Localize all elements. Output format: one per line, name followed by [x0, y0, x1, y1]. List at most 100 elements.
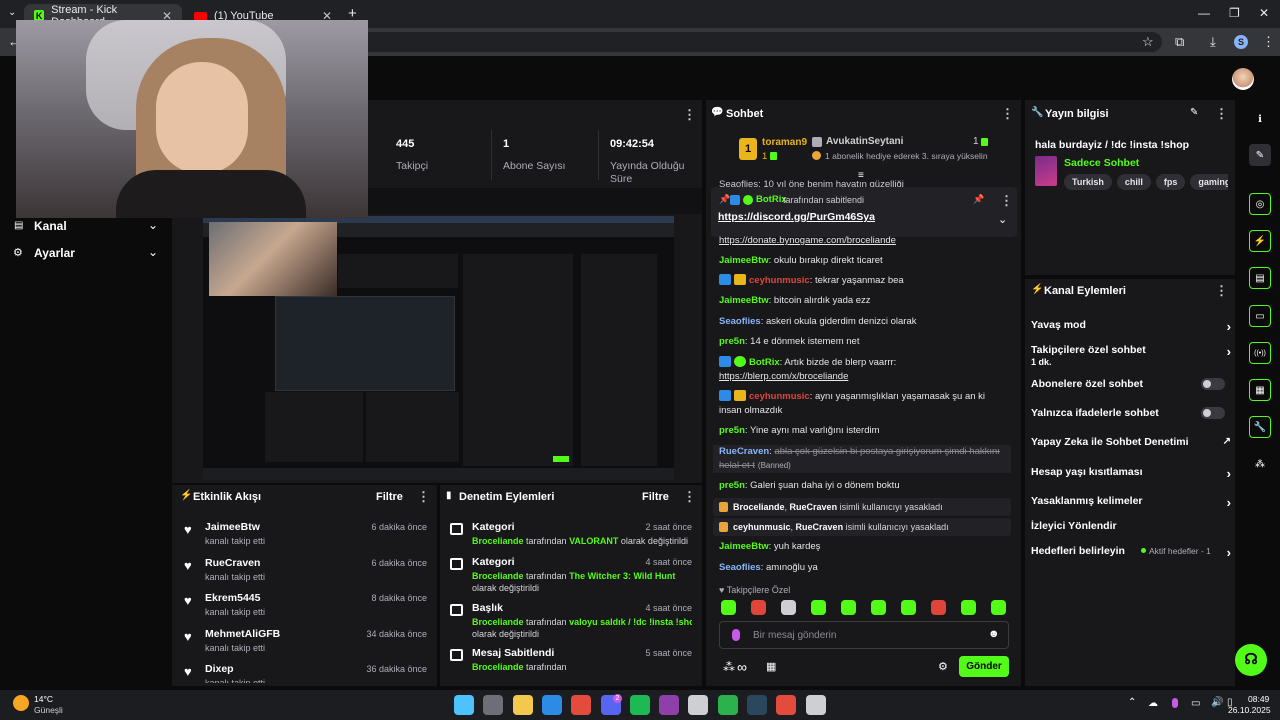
tray-chevron-icon[interactable]: ⌃	[1128, 697, 1136, 708]
emoji-icon[interactable]: ☻	[988, 628, 1000, 640]
chat-message[interactable]: Seaoflies: askeri okula giderdim denizci…	[719, 315, 1009, 329]
chat-message[interactable]: JaimeeBtw: okulu bırakıp direkt ticaret	[719, 254, 1009, 268]
top-gifter-1[interactable]: 1 toraman9 1	[739, 135, 809, 167]
chat-username[interactable]: JaimeeBtw	[719, 541, 769, 552]
activity-username[interactable]: JaimeeBtw	[205, 521, 260, 533]
emote-icon[interactable]	[721, 600, 736, 615]
chat-username[interactable]: pre5n	[719, 480, 745, 491]
emote-icon[interactable]	[961, 600, 976, 615]
chat-message[interactable]: Seaoflies: amınoğlu ya	[719, 561, 1009, 575]
pinned-message[interactable]: 📌 BotRix tarafından sabitlendi https://d…	[711, 187, 1017, 237]
clock-date[interactable]: 26.10.2025	[1228, 705, 1271, 715]
emote-icon[interactable]	[931, 600, 946, 615]
activity-username[interactable]: Ekrem5445	[205, 592, 260, 604]
moderation-menu-icon[interactable]: ⋮	[683, 489, 696, 505]
moderator-name[interactable]: Broceliande	[472, 617, 524, 627]
emote-icon[interactable]	[811, 600, 826, 615]
maximize-icon[interactable]: ❐	[1229, 6, 1240, 20]
sidebar-item-settings[interactable]: ⚙ Ayarlar ⌄	[12, 245, 160, 262]
moderation-item[interactable]: Kategori 4 saat önce Broceliande tarafında…	[440, 556, 692, 600]
moderator-name[interactable]: ceyhunmusic	[733, 522, 791, 532]
stream-info-menu-icon[interactable]: ⋮	[1215, 106, 1228, 122]
channel-action-item[interactable]: Yapay Zeka ile Sohbet Denetimi ↗	[1031, 436, 1231, 456]
moderator-name[interactable]: Broceliande	[472, 571, 524, 581]
channel-action-item[interactable]: Hesap yaşı kısıtlaması ›	[1031, 466, 1231, 486]
stream-tag[interactable]: gaming	[1190, 174, 1228, 190]
activity-item[interactable]: ♥ MehmetAliGFB kanalı takip etti 34 dakika …	[172, 628, 427, 664]
pin-toggle-icon[interactable]: 📌	[973, 194, 984, 205]
moderator-name[interactable]: Broceliande	[733, 502, 785, 512]
bookmark-star-icon[interactable]: ☆	[1142, 34, 1154, 50]
chat-link[interactable]: https://blerp.com/x/broceliande	[719, 371, 848, 382]
pinned-link[interactable]: https://discord.gg/PurGm46Sya	[718, 211, 875, 223]
clock-time[interactable]: 08:49	[1248, 694, 1269, 704]
chat-message[interactable]: BotRix: Artık bizde de blerp vaarrr: http…	[719, 356, 1009, 384]
chat-message[interactable]: pre5n: Yine aynı mal varlığını isterdim	[719, 424, 1009, 438]
community-icon[interactable]: ⁂	[1249, 453, 1271, 475]
emote-icon[interactable]	[751, 600, 766, 615]
moderator-name[interactable]: Broceliande	[472, 536, 524, 546]
moderation-filter-button[interactable]: Filtre	[642, 491, 669, 503]
chevron-right-icon[interactable]: ›	[1227, 319, 1231, 334]
channel-actions-menu-icon[interactable]: ⋮	[1215, 283, 1228, 299]
store-icon[interactable]	[541, 695, 562, 715]
editor-icon[interactable]	[659, 695, 680, 715]
download-icon[interactable]: ⤓	[1210, 34, 1216, 50]
stream-tag[interactable]: Turkish	[1064, 174, 1112, 190]
activity-username[interactable]: Dixep	[205, 663, 234, 675]
chat-message[interactable]: pre5n: Galeri şuan daha iyi o dönem bokt…	[719, 479, 1009, 493]
wrench-icon[interactable]: 🔧	[1249, 416, 1271, 438]
microphone-icon[interactable]	[732, 629, 740, 641]
start-icon[interactable]	[454, 695, 474, 715]
chat-username[interactable]: JaimeeBtw	[719, 255, 769, 266]
chat-settings-icon[interactable]: ⚙	[938, 660, 948, 673]
banned-user[interactable]: RueCraven	[796, 522, 844, 532]
activity-menu-icon[interactable]: ⋮	[417, 489, 430, 505]
chrome-icon[interactable]	[571, 695, 592, 715]
chat-message[interactable]: ceyhunmusic: tekrar yaşanmaz bea	[719, 274, 1009, 288]
chat-message[interactable]: RueCraven: abla çok güzelsin bi postaya …	[713, 445, 1011, 473]
channel-action-item[interactable]: Yalnızca ifadelerle sohbet	[1031, 407, 1231, 427]
chevron-right-icon[interactable]: ›	[1227, 545, 1231, 560]
steam-icon[interactable]	[747, 695, 767, 715]
chrome-alt-icon[interactable]	[776, 695, 797, 715]
chat-username[interactable]: pre5n	[719, 336, 745, 347]
chevron-down-icon[interactable]: ⌄	[998, 213, 1007, 226]
edit-icon[interactable]: ✎	[1190, 107, 1198, 118]
community-icon[interactable]: ⁂	[723, 660, 735, 674]
chat-message[interactable]: JaimeeBtw: bitcoin alırdık yada ezz	[719, 294, 1009, 308]
chat-username[interactable]: ceyhunmusic	[749, 275, 810, 286]
chat-username[interactable]: ceyhunmusic	[749, 391, 810, 402]
channel-action-item[interactable]: Hedefleri belirleyin Aktif hedefler - 1 ›	[1031, 545, 1231, 565]
weather-icon[interactable]	[13, 695, 29, 711]
chat-username[interactable]: Seaoflies	[719, 316, 761, 327]
info-icon[interactable]: ℹ	[1249, 108, 1271, 130]
store-icon[interactable]: ▦	[766, 660, 776, 673]
category-name[interactable]: Sadece Sohbet	[1064, 157, 1139, 169]
activity-item[interactable]: ♥ Ekrem5445 kanalı takip etti 8 dakika önce	[172, 592, 427, 628]
task-view-icon[interactable]	[483, 695, 504, 715]
activity-item[interactable]: ♥ RueCraven kanalı takip etti 6 dakika önce	[172, 557, 427, 593]
chat-message[interactable]: pre5n: 14 e dönmek istemem net	[719, 335, 1009, 349]
broadcast-icon[interactable]: ((•))	[1249, 342, 1271, 364]
send-button[interactable]: Gönder	[959, 656, 1009, 677]
moderator-name[interactable]: Broceliande	[472, 662, 524, 672]
emote-icon[interactable]	[991, 600, 1006, 615]
chat-message[interactable]: JaimeeBtw: yuh kardeş	[719, 540, 1009, 554]
chat-username[interactable]: Seaoflies	[719, 562, 761, 573]
chat-username[interactable]: JaimeeBtw	[719, 295, 769, 306]
channel-action-item[interactable]: Yasaklanmış kelimeler ›	[1031, 495, 1231, 515]
edit-icon[interactable]: ✎	[1249, 144, 1271, 166]
external-link-icon[interactable]: ↗	[1223, 436, 1231, 447]
stream-preview[interactable]	[203, 216, 674, 480]
activity-filter-button[interactable]: Filtre	[376, 491, 403, 503]
layout-icon[interactable]: ▦	[1249, 379, 1271, 401]
extensions-icon[interactable]: ⧉	[1175, 34, 1184, 50]
sidebar-item-channel[interactable]: ▤ Kanal ⌄	[12, 218, 160, 235]
chat-message[interactable]: ceyhunmusic: aynı yaşanmışlıkları yaşama…	[719, 390, 1009, 418]
toggle-switch[interactable]	[1201, 407, 1225, 419]
top-gifter-2[interactable]: AvukatinSeytani 1 1 abonelik hediye eder…	[812, 135, 997, 167]
chat-username[interactable]: BotRix	[749, 357, 780, 368]
moderation-item[interactable]: Başlık 4 saat önce Broceliande tarafından …	[440, 602, 692, 646]
channel-action-item[interactable]: Abonelere özel sohbet	[1031, 378, 1231, 398]
